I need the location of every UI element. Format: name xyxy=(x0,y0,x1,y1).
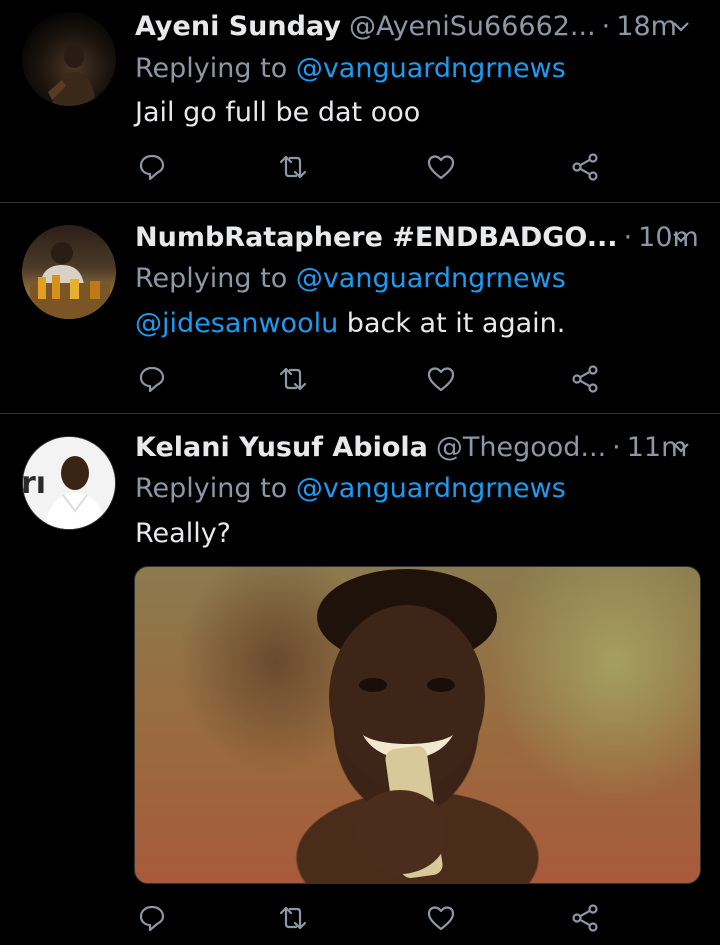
reply-icon[interactable] xyxy=(137,364,167,394)
retweet-icon[interactable] xyxy=(278,903,308,933)
chevron-down-icon[interactable] xyxy=(670,226,692,248)
separator-dot: · xyxy=(623,221,633,253)
replying-to-mention[interactable]: @vanguardngrnews xyxy=(296,473,566,504)
replying-to-mention[interactable]: @vanguardngrnews xyxy=(296,53,566,84)
reply-icon[interactable] xyxy=(137,152,167,182)
tweet-text: @jidesanwoolu back at it again. xyxy=(135,308,565,339)
tweet-actions xyxy=(135,152,605,182)
separator-dot: · xyxy=(601,10,611,42)
share-icon[interactable] xyxy=(570,152,600,182)
tweet[interactable]: Ayeni Sunday @AyeniSu66662... · 18m Repl… xyxy=(0,0,720,202)
tweet-header: Ayeni Sunday @AyeniSu66662... · 18m xyxy=(135,9,700,43)
author-handle[interactable]: @AyeniSu66662... xyxy=(349,11,596,42)
replying-prefix: Replying to xyxy=(135,473,288,504)
timestamp[interactable]: 18m xyxy=(616,11,677,42)
replying-to: Replying to @vanguardngrnews xyxy=(135,53,566,84)
separator-dot: · xyxy=(612,431,621,463)
share-icon[interactable] xyxy=(570,903,600,933)
tweet-actions xyxy=(135,364,605,394)
tweet-header: Kelani Yusuf Abiola @Thegood... · 11m xyxy=(135,430,700,464)
retweet-icon[interactable] xyxy=(278,152,308,182)
like-icon[interactable] xyxy=(426,903,456,933)
avatar[interactable] xyxy=(22,225,116,319)
chevron-down-icon[interactable] xyxy=(670,436,692,458)
like-icon[interactable] xyxy=(426,364,456,394)
tweet-text: Really? xyxy=(135,518,232,549)
like-icon[interactable] xyxy=(426,152,456,182)
tweet[interactable]: rı Kelani Yusuf Abiola @Thegood... · 11m… xyxy=(0,414,720,945)
tweet-header: NumbRataphere #ENDBADGO... · 10m xyxy=(135,220,700,254)
author-handle[interactable]: @Thegood... xyxy=(436,432,606,463)
author-name[interactable]: Ayeni Sunday xyxy=(135,11,341,42)
avatar-text: rı xyxy=(23,466,46,501)
replying-to-mention[interactable]: @vanguardngrnews xyxy=(296,263,566,294)
replying-to: Replying to @vanguardngrnews xyxy=(135,473,566,504)
tweet-text-body: back at it again. xyxy=(338,308,566,339)
tweet-media-image[interactable] xyxy=(134,566,701,884)
reply-icon[interactable] xyxy=(137,903,167,933)
chevron-down-icon[interactable] xyxy=(670,15,692,37)
avatar[interactable] xyxy=(22,12,116,106)
avatar[interactable]: rı xyxy=(22,436,116,530)
replying-to: Replying to @vanguardngrnews xyxy=(135,263,566,294)
tweet-text: Jail go full be dat ooo xyxy=(135,97,421,128)
replying-prefix: Replying to xyxy=(135,263,288,294)
text-mention[interactable]: @jidesanwoolu xyxy=(135,308,338,339)
tweet-actions xyxy=(135,903,605,933)
tweet[interactable]: NumbRataphere #ENDBADGO... · 10m Replyin… xyxy=(0,203,720,413)
author-name[interactable]: NumbRataphere #ENDBADGO... xyxy=(135,222,618,253)
replying-prefix: Replying to xyxy=(135,53,288,84)
author-name[interactable]: Kelani Yusuf Abiola xyxy=(135,432,428,463)
retweet-icon[interactable] xyxy=(278,364,308,394)
share-icon[interactable] xyxy=(570,364,600,394)
